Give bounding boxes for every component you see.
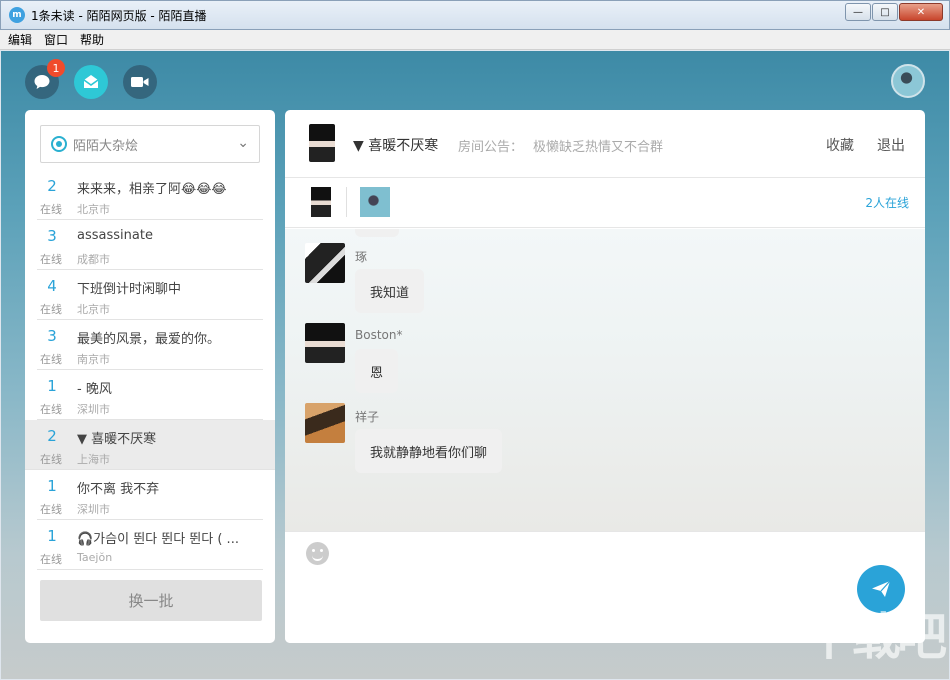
menu-window[interactable]: 窗口 <box>44 31 68 48</box>
room-city: 深圳市 <box>77 403 110 416</box>
menu-edit[interactable]: 编辑 <box>8 31 32 48</box>
room-status: 在线 <box>40 253 62 266</box>
room-name: 下班倒计时闲聊中 <box>77 282 182 297</box>
app-logo-icon: m <box>9 7 25 23</box>
chat-tab-button[interactable]: 1 <box>25 59 65 99</box>
room-city: Taejŏn <box>77 551 113 564</box>
room-item[interactable]: 1 在线 - 晚风 深圳市 <box>37 370 263 420</box>
app-area: 1 陌陌大杂烩 ⌄ 2 在线 来来来，相亲了阿😂😂😂 北京市 3 在线 assa… <box>1 51 949 679</box>
room-category-label: 陌陌大杂烩 <box>73 138 139 154</box>
user-avatar[interactable] <box>891 64 925 98</box>
room-item[interactable]: 2 在线 来来来，相亲了阿😂😂😂 北京市 <box>37 170 263 220</box>
room-title: ▼ 喜暖不厌寒 <box>353 138 439 154</box>
room-city: 成都市 <box>77 253 110 266</box>
menu-bar: 编辑 窗口 帮助 <box>0 30 950 50</box>
watermark: 下载吧 <box>805 608 947 666</box>
notice-label: 房间公告： <box>458 140 524 155</box>
room-city: 北京市 <box>77 203 110 216</box>
room-list-panel: 陌陌大杂烩 ⌄ 2 在线 来来来，相亲了阿😂😂😂 北京市 3 在线 assass… <box>25 110 275 643</box>
room-count: 3 <box>47 327 57 345</box>
sender-name: Boston* <box>355 328 403 342</box>
room-count: 1 <box>47 477 57 495</box>
minimize-button[interactable]: — <box>845 3 871 21</box>
room-name: assassinate <box>77 228 153 243</box>
room-status: 在线 <box>40 453 62 466</box>
room-name: 你不离 我不弃 <box>77 482 160 497</box>
members-row: 2人在线 <box>285 178 925 228</box>
sender-avatar[interactable] <box>305 403 345 443</box>
room-status: 在线 <box>40 503 62 516</box>
message-list: 琢 我知道 Boston* 恩 祥子 我就静静地看你们聊 <box>285 229 925 531</box>
unread-badge: 1 <box>47 59 65 77</box>
room-status: 在线 <box>40 303 62 316</box>
message-bubble: 我就静静地看你们聊 <box>355 429 503 473</box>
message-bubble: 我知道 <box>355 269 425 313</box>
chat-bubble-icon <box>34 75 50 89</box>
room-count: 1 <box>47 377 57 395</box>
sender-avatar[interactable] <box>305 243 345 283</box>
mail-tab-button[interactable] <box>74 65 108 99</box>
message-bubble: 恩 <box>355 349 399 393</box>
member-avatar[interactable] <box>311 187 331 217</box>
room-item[interactable]: 1 在线 🎧가슴이 뛴다 뛴다 뛴다 ( ... Taejŏn <box>37 520 263 570</box>
chat-panel: ▼ 喜暖不厌寒 房间公告： 极懒缺乏热情又不合群 收藏 退出 2人在线 琢 我知… <box>285 110 925 643</box>
member-avatar[interactable] <box>360 187 390 217</box>
room-city: 南京市 <box>77 353 110 366</box>
room-item[interactable]: 1 在线 你不离 我不弃 深圳市 <box>37 470 263 520</box>
video-camera-icon <box>131 77 149 87</box>
menu-help[interactable]: 帮助 <box>80 31 104 48</box>
sender-avatar[interactable] <box>305 323 345 363</box>
exit-button[interactable]: 退出 <box>877 135 905 155</box>
room-count: 2 <box>47 427 57 445</box>
divider <box>346 187 347 217</box>
online-count[interactable]: 2人在线 <box>865 194 909 211</box>
room-category-select[interactable]: 陌陌大杂烩 ⌄ <box>40 125 260 163</box>
room-city: 北京市 <box>77 303 110 316</box>
room-name: 最美的风景，最爱的你。 <box>77 332 221 347</box>
room-name: ▼ 喜暖不厌寒 <box>77 432 157 447</box>
room-name: 🎧가슴이 뛴다 뛴다 뛴다 ( ... <box>77 532 239 547</box>
host-avatar[interactable] <box>309 124 335 162</box>
room-item[interactable]: 3 在线 assassinate 成都市 <box>37 220 263 270</box>
close-button[interactable]: ✕ <box>899 3 943 21</box>
room-status: 在线 <box>40 553 62 566</box>
room-city: 深圳市 <box>77 503 110 516</box>
room-status: 在线 <box>40 353 62 366</box>
room-count: 2 <box>47 177 57 195</box>
room-item-selected[interactable]: 2 在线 ▼ 喜暖不厌寒 上海市 <box>25 420 275 470</box>
chevron-down-icon: ⌄ <box>237 135 249 151</box>
room-item[interactable]: 4 在线 下班倒计时闲聊中 北京市 <box>37 270 263 320</box>
room-count: 4 <box>47 277 57 295</box>
room-status: 在线 <box>40 203 62 216</box>
window-title: 1条未读 - 陌陌网页版 - 陌陌直播 <box>31 8 207 23</box>
room-item[interactable]: 3 在线 最美的风景，最爱的你。 南京市 <box>37 320 263 370</box>
room-count: 1 <box>47 527 57 545</box>
room-name: 来来来，相亲了阿😂😂😂 <box>77 182 227 197</box>
message-bubble <box>355 229 399 237</box>
room-count: 3 <box>47 227 57 245</box>
sender-name: 祥子 <box>355 410 380 424</box>
emoji-icon[interactable] <box>306 542 329 565</box>
room-status: 在线 <box>40 403 62 416</box>
window-controls: — □ ✕ <box>844 3 943 21</box>
video-tab-button[interactable] <box>123 65 157 99</box>
room-list: 2 在线 来来来，相亲了阿😂😂😂 北京市 3 在线 assassinate 成都… <box>25 170 275 570</box>
envelope-icon <box>83 75 99 88</box>
favorite-button[interactable]: 收藏 <box>826 135 854 155</box>
room-name: - 晚风 <box>77 382 112 397</box>
room-city: 上海市 <box>77 453 110 466</box>
window-titlebar: m 1条未读 - 陌陌网页版 - 陌陌直播 — □ ✕ <box>0 0 950 30</box>
sender-name: 琢 <box>355 250 368 264</box>
chat-header: ▼ 喜暖不厌寒 房间公告： 极懒缺乏热情又不合群 收藏 退出 <box>285 110 925 178</box>
notice-text: 极懒缺乏热情又不合群 <box>533 140 664 155</box>
maximize-button[interactable]: □ <box>872 3 898 21</box>
location-icon <box>51 136 67 152</box>
refresh-rooms-button[interactable]: 换一批 <box>40 580 262 621</box>
